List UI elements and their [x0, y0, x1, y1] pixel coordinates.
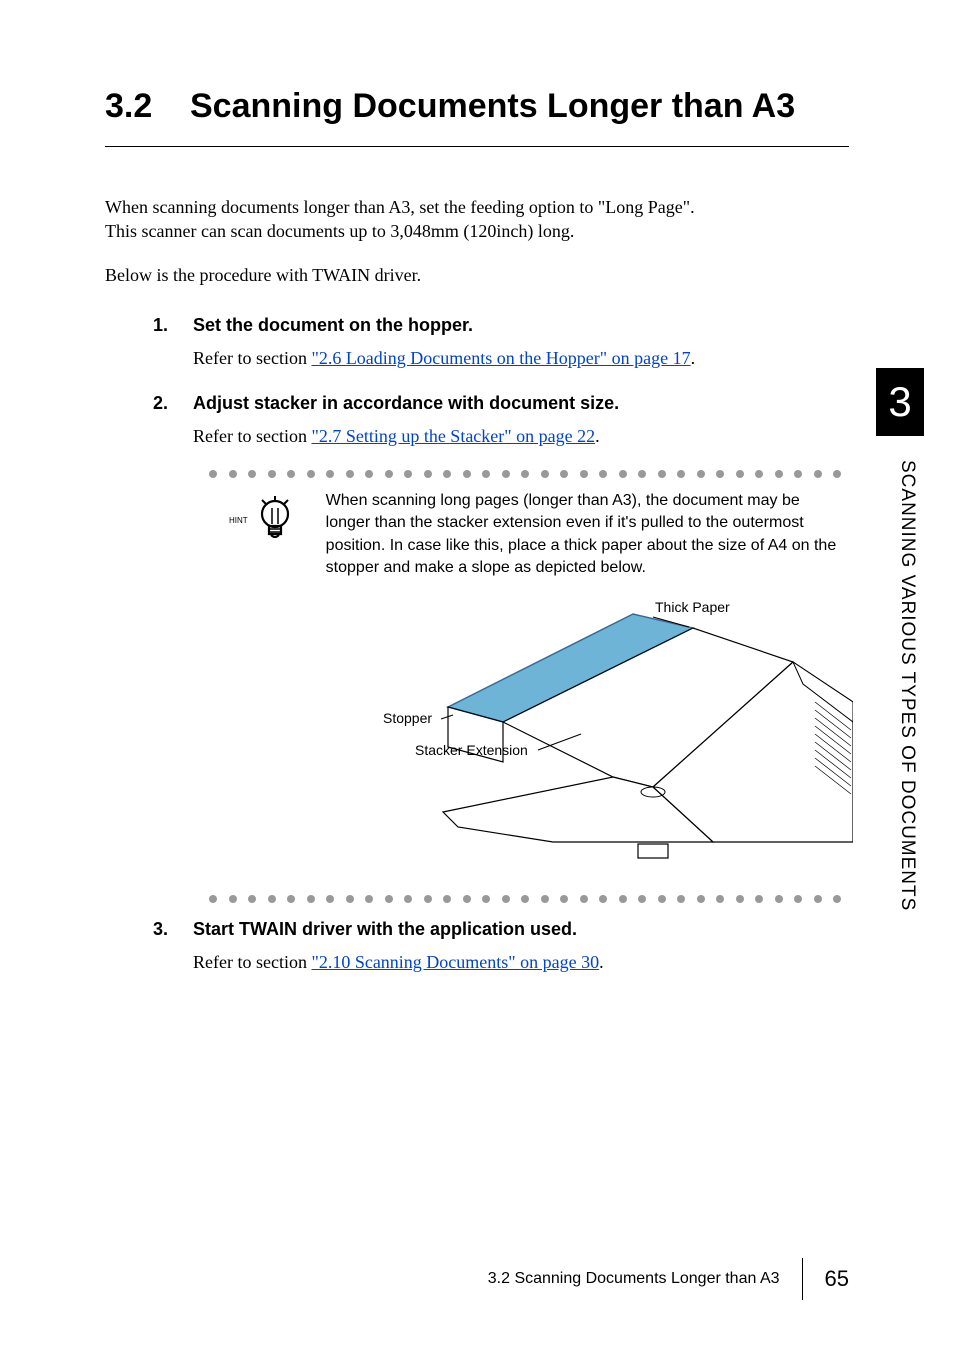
step-title: Adjust stacker in accordance with docume…	[193, 393, 619, 414]
step-2: 2. Adjust stacker in accordance with doc…	[153, 393, 849, 448]
hint-bottom-dots	[209, 895, 849, 903]
step-body-prefix: Refer to section	[193, 952, 311, 972]
footer-section-title: 3.2 Scanning Documents Longer than A3	[488, 1270, 780, 1288]
intro-paragraph-2: Below is the procedure with TWAIN driver…	[105, 263, 849, 287]
step-3: 3. Start TWAIN driver with the applicati…	[153, 919, 849, 974]
hint-top-dots	[209, 470, 849, 478]
step-number: 1.	[153, 315, 193, 336]
page-number: 65	[825, 1266, 849, 1292]
diagram-label-stopper: Stopper	[383, 710, 432, 726]
diagram-label-thick-paper: Thick Paper	[655, 599, 730, 615]
chapter-title-vertical: SCANNING VARIOUS TYPES OF DOCUMENTS	[896, 460, 918, 911]
heading-rule	[105, 146, 849, 147]
step-body-suffix: .	[691, 348, 696, 368]
stacker-diagram: Thick Paper Stopper Stacker Extension	[353, 592, 849, 877]
intro-paragraph-1: When scanning documents longer than A3, …	[105, 195, 849, 244]
step-number: 2.	[153, 393, 193, 414]
step-body-prefix: Refer to section	[193, 348, 311, 368]
chapter-number: 3	[888, 378, 911, 426]
footer-divider	[802, 1258, 803, 1300]
intro-line-1b: This scanner can scan documents up to 3,…	[105, 221, 574, 241]
hint-block: HINT When scanning long pages (longer th…	[229, 490, 839, 580]
cross-reference-link[interactable]: "2.6 Loading Documents on the Hopper" on…	[311, 348, 690, 368]
step-body-prefix: Refer to section	[193, 426, 311, 446]
chapter-tab: 3	[876, 368, 924, 436]
section-number: 3.2	[105, 85, 190, 128]
intro-line-1a: When scanning documents longer than A3, …	[105, 197, 695, 217]
page-footer: 3.2 Scanning Documents Longer than A3 65	[488, 1258, 849, 1300]
cross-reference-link[interactable]: "2.10 Scanning Documents" on page 30	[311, 952, 599, 972]
hint-text: When scanning long pages (longer than A3…	[326, 490, 839, 580]
lightbulb-icon	[252, 496, 298, 546]
step-title: Start TWAIN driver with the application …	[193, 919, 577, 940]
step-body-suffix: .	[595, 426, 600, 446]
step-body-suffix: .	[599, 952, 604, 972]
section-heading: 3.2 Scanning Documents Longer than A3	[105, 85, 849, 128]
section-title: Scanning Documents Longer than A3	[190, 85, 795, 128]
step-1: 1. Set the document on the hopper. Refer…	[153, 315, 849, 370]
step-title: Set the document on the hopper.	[193, 315, 473, 336]
cross-reference-link[interactable]: "2.7 Setting up the Stacker" on page 22	[311, 426, 595, 446]
step-number: 3.	[153, 919, 193, 940]
diagram-label-stacker-ext: Stacker Extension	[415, 742, 528, 758]
hint-label: HINT	[229, 516, 248, 525]
